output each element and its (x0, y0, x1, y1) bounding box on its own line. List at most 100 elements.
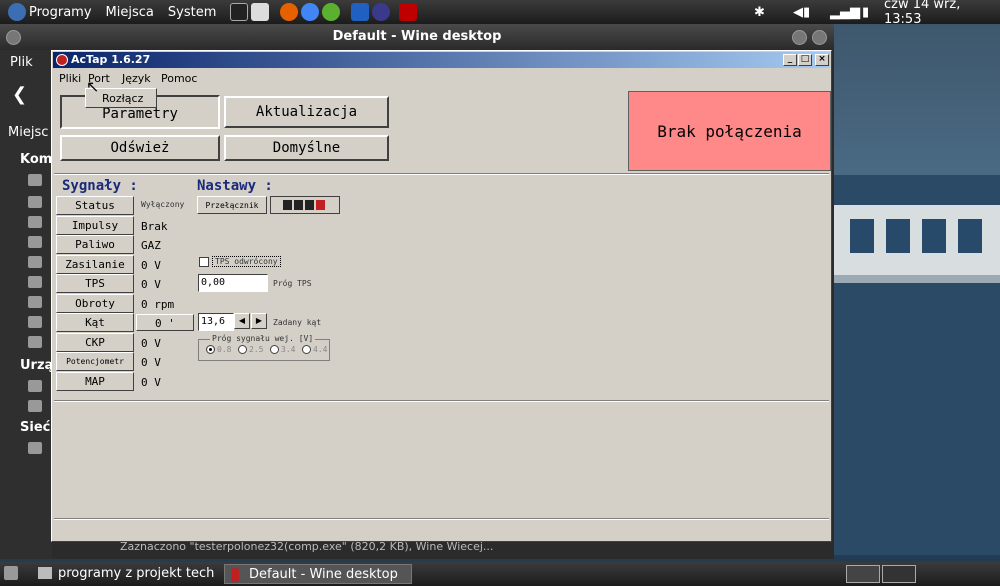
signal-button-k-t[interactable]: Kąt (56, 313, 134, 332)
eclipse-icon[interactable] (372, 3, 391, 21)
editor-icon[interactable] (251, 3, 270, 21)
signal-button-map[interactable]: MAP (56, 371, 134, 391)
drive-icon[interactable] (28, 400, 42, 412)
signal-value: 0 V (141, 356, 161, 369)
actap-window: AcTap 1.6.27 _ □ × Pliki Port Język Pomo… (51, 50, 832, 542)
threshold-radio[interactable] (238, 345, 247, 354)
threshold-option-label: 2.5 (249, 345, 264, 354)
domyslne-button[interactable]: Domyślne (224, 135, 389, 161)
fedora-icon[interactable] (8, 3, 26, 21)
bluetooth-icon[interactable]: ✱ (754, 0, 765, 24)
leaf-icon[interactable] (322, 3, 341, 21)
signal-button-tps[interactable]: TPS (56, 274, 134, 293)
section-devices: Urzą (20, 358, 54, 373)
folder-icon[interactable] (28, 316, 42, 328)
task-label: programy z projekt tech (58, 566, 215, 581)
vm-icon[interactable] (351, 3, 370, 21)
odswiez-button[interactable]: Odśwież (60, 135, 220, 161)
minimize-icon[interactable] (792, 30, 807, 45)
folder-icon[interactable] (28, 276, 42, 288)
folder-icon[interactable] (28, 174, 42, 186)
angle-decrease-button[interactable]: ◀ (234, 313, 250, 329)
battery-icon[interactable]: ▮ (862, 0, 869, 24)
actap-titlebar: AcTap 1.6.27 _ □ × (53, 52, 830, 68)
signal-value: 0 V (141, 278, 161, 291)
firefox-icon[interactable] (280, 3, 299, 21)
chrome-icon[interactable] (301, 3, 320, 21)
workspace-2[interactable] (882, 565, 916, 583)
menu-programy[interactable]: Programy (29, 5, 92, 20)
workspace-1[interactable] (846, 565, 880, 583)
threshold-option-label: 3.4 (281, 345, 296, 354)
folder-icon (38, 567, 52, 579)
signal-button-zasilanie[interactable]: Zasilanie (56, 254, 134, 274)
angle-increase-button[interactable]: ▶ (251, 313, 267, 329)
signal-value: 0 V (141, 336, 161, 350)
folder-icon[interactable] (28, 256, 42, 268)
maximize-button[interactable]: □ (798, 54, 812, 66)
actap-logo-icon (56, 54, 68, 66)
places-dropdown[interactable]: Miejsc (8, 125, 48, 140)
menu-jezyk[interactable]: Język (122, 72, 151, 85)
aktualizacja-button[interactable]: Aktualizacja (224, 96, 389, 128)
angle-input[interactable]: 13,6 (198, 313, 234, 331)
folder-icon[interactable] (28, 236, 42, 248)
folder-icon[interactable] (28, 336, 42, 348)
filezilla-icon[interactable] (399, 3, 418, 21)
menu-pomoc[interactable]: Pomoc (161, 72, 197, 85)
signal-value: Wyłączony (141, 200, 185, 209)
settings-header: Nastawy : (197, 178, 273, 194)
menu-item-rozlacz[interactable]: Rozłącz (102, 92, 143, 105)
threshold-radio[interactable] (206, 345, 215, 354)
folder-icon[interactable] (28, 296, 42, 308)
signal-button-impulsy[interactable]: Impulsy (56, 215, 134, 235)
task-programy[interactable]: programy z projekt tech (34, 564, 224, 584)
menu-bar: Pliki Port Język Pomoc (53, 69, 830, 89)
threshold-radio[interactable] (302, 345, 311, 354)
window-menu-icon[interactable] (6, 30, 21, 45)
threshold-radio[interactable] (270, 345, 279, 354)
tps-inverted-label: TPS odwrócony (212, 256, 281, 267)
task-wine-desktop[interactable]: Default - Wine desktop (224, 564, 412, 584)
signal-button-status[interactable]: Status (56, 196, 134, 215)
section-network: Sieć (20, 420, 51, 435)
bottom-panel: programy z projekt tech Default - Wine d… (0, 562, 1000, 586)
connection-status: Brak połączenia (628, 91, 831, 171)
terminal-icon[interactable] (230, 3, 249, 21)
wine-icon (231, 568, 239, 582)
threshold-option-label: 4.4 (313, 345, 328, 354)
show-desktop-icon[interactable] (4, 566, 18, 580)
switch-cell-icon (305, 200, 314, 210)
close-button[interactable]: × (815, 54, 829, 66)
network-icon[interactable] (28, 442, 42, 454)
close-icon[interactable] (812, 30, 827, 45)
divider (54, 400, 829, 402)
signal-button-ckp[interactable]: CKP (56, 332, 134, 352)
menu-pliki[interactable]: Pliki (59, 72, 81, 85)
mouse-cursor-icon: ↖ (86, 77, 100, 96)
folder-icon[interactable] (28, 216, 42, 228)
przelacznik-button[interactable]: Przełącznik (197, 196, 267, 214)
network-signal-icon[interactable]: ▂▄▆ (830, 0, 860, 24)
menu-miejsca[interactable]: Miejsca (106, 5, 154, 20)
signal-value: 0 V (141, 375, 161, 389)
clock[interactable]: czw 14 wrz, 13:53 (884, 0, 1000, 27)
threshold-group-label: Próg sygnału wej. [V] (210, 334, 316, 343)
section-computer: Kom (20, 152, 53, 167)
folder-icon[interactable] (28, 196, 42, 208)
divider (54, 173, 829, 175)
signal-button-paliwo[interactable]: Paliwo (56, 235, 134, 254)
minimize-button[interactable]: _ (783, 54, 797, 66)
drive-icon[interactable] (28, 380, 42, 392)
signal-button-obroty[interactable]: Obroty (56, 293, 134, 313)
tps-threshold-input[interactable]: 0,00 (198, 274, 268, 292)
menu-system[interactable]: System (168, 5, 216, 20)
tps-inverted-checkbox[interactable] (199, 257, 209, 267)
menu-plik[interactable]: Plik (10, 55, 33, 70)
volume-icon[interactable]: ◀▮ (793, 0, 810, 24)
signal-button-potencjometr[interactable]: Potencjometr (56, 352, 134, 371)
threshold-option-label: 0.8 (217, 345, 232, 354)
back-arrow-icon[interactable]: ❮ (12, 84, 27, 105)
signal-value: 0 V (141, 258, 161, 272)
file-manager-sidebar: Plik ❮ Miejsc Kom Urzą Sieć (0, 50, 54, 559)
